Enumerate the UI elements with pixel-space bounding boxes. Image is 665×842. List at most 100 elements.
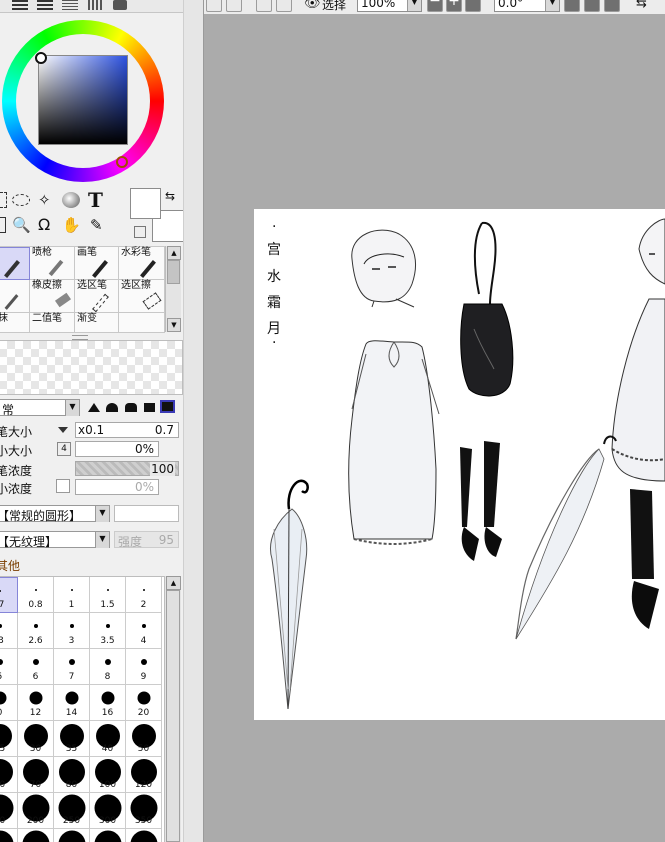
- size-dropdown-icon[interactable]: [58, 427, 68, 433]
- scratchpad-icon[interactable]: [113, 0, 127, 10]
- brush-size-cell[interactable]: 9: [126, 649, 162, 685]
- rotate-left-button[interactable]: [564, 0, 580, 12]
- rotation-select[interactable]: 0.0° ▼: [494, 0, 560, 12]
- tool-grid-scrollbar[interactable]: ▲ ▼: [165, 246, 181, 332]
- brush-size-cell[interactable]: 60: [0, 793, 18, 829]
- brush-size-cell[interactable]: 25: [0, 721, 18, 757]
- brush-size-cell[interactable]: 60: [0, 757, 18, 793]
- rotate-icon[interactable]: Ω: [38, 217, 54, 233]
- drawing-canvas[interactable]: · 宫 水 霜 月 ·: [254, 209, 665, 720]
- brush-size-cell[interactable]: 50: [126, 721, 162, 757]
- brush-shape-select[interactable]: 【常规的圆形】 ▼: [0, 505, 110, 523]
- brush-size-cell[interactable]: 200: [18, 793, 54, 829]
- brush-size-cell[interactable]: .7: [0, 577, 18, 613]
- brush-size-cell[interactable]: 35: [54, 721, 90, 757]
- texture-strength-field[interactable]: 强度 95: [114, 531, 179, 549]
- min-density-field[interactable]: 0%: [75, 479, 159, 495]
- zoom-in-button[interactable]: +: [446, 0, 462, 12]
- flip-horizontal-icon[interactable]: ⇆: [636, 0, 647, 11]
- redo-button[interactable]: [226, 0, 242, 12]
- saturation-value-square[interactable]: [38, 55, 128, 145]
- brush-size-cell[interactable]: 70: [18, 757, 54, 793]
- brush-size-cell[interactable]: 250: [54, 793, 90, 829]
- brush-size-field[interactable]: x0.1 0.7: [75, 422, 179, 438]
- rotate-reset-button[interactable]: [604, 0, 620, 12]
- eye-icon[interactable]: 👁: [304, 0, 321, 11]
- brush-size-cell[interactable]: [90, 829, 126, 842]
- invert-selection-button[interactable]: [276, 0, 292, 12]
- brush-size-cell[interactable]: 16: [90, 685, 126, 721]
- brush-size-cell[interactable]: 3.5: [90, 613, 126, 649]
- scroll-up-icon[interactable]: ▲: [167, 246, 181, 260]
- swap-colors-icon[interactable]: ⇆: [165, 189, 175, 203]
- brush-size-cell[interactable]: 4: [126, 613, 162, 649]
- hand-move-icon[interactable]: [0, 217, 6, 233]
- pressure-density-checkbox[interactable]: [56, 479, 70, 493]
- shape-triangle-icon[interactable]: [88, 403, 100, 412]
- fill-bucket-icon[interactable]: [62, 192, 80, 208]
- other-settings-label[interactable]: 其他: [0, 557, 20, 574]
- scroll-down-icon[interactable]: ▼: [167, 318, 181, 332]
- color-sliders-icon[interactable]: [37, 0, 53, 10]
- zoom-icon[interactable]: 🔍: [12, 217, 31, 233]
- tool-gradient[interactable]: 渐变: [75, 313, 119, 333]
- undo-button[interactable]: [206, 0, 222, 12]
- blend-mode-select[interactable]: 常 ▼: [0, 399, 80, 417]
- brush-size-cell[interactable]: .3: [0, 613, 18, 649]
- zoom-out-button[interactable]: −: [427, 0, 443, 12]
- brush-size-cell[interactable]: 100: [90, 757, 126, 793]
- brush-size-cell[interactable]: 0: [0, 685, 18, 721]
- texture-select[interactable]: 【无纹理】 ▼: [0, 531, 110, 549]
- brush-size-cell[interactable]: 8: [90, 649, 126, 685]
- tool-smudge[interactable]: 涂抹: [0, 313, 30, 333]
- magic-wand-icon[interactable]: ✧: [38, 192, 54, 208]
- brush-size-cell[interactable]: 0.8: [18, 577, 54, 613]
- sv-picker-handle[interactable]: [35, 52, 47, 64]
- foreground-color-swatch[interactable]: [130, 188, 161, 219]
- scroll-up-icon[interactable]: ▲: [166, 576, 181, 590]
- panel-divider[interactable]: [183, 0, 204, 842]
- brush-density-slider[interactable]: 100: [75, 461, 179, 476]
- brush-size-cell[interactable]: 2: [126, 577, 162, 613]
- size-grid-scroll-thumb[interactable]: [166, 590, 180, 842]
- brush-size-cell[interactable]: [126, 829, 162, 842]
- brush-size-cell[interactable]: 2.6: [18, 613, 54, 649]
- brush-size-cell[interactable]: 120: [126, 757, 162, 793]
- brush-size-cell[interactable]: [54, 829, 90, 842]
- rotate-right-button[interactable]: [584, 0, 600, 12]
- lasso-icon[interactable]: [12, 194, 30, 206]
- color-list-icon[interactable]: [62, 0, 78, 10]
- brush-size-cell[interactable]: 30: [18, 721, 54, 757]
- shape-bell-icon[interactable]: [106, 403, 118, 412]
- tool-grid-scroll-thumb[interactable]: [167, 260, 180, 284]
- zoom-select[interactable]: 100% ▼: [357, 0, 422, 12]
- brush-shape-strength-field[interactable]: [114, 505, 179, 522]
- zoom-reset-button[interactable]: [465, 0, 481, 12]
- brush-size-cell[interactable]: [0, 829, 18, 842]
- color-bars-icon[interactable]: [12, 0, 28, 10]
- brush-size-cell[interactable]: 300: [90, 793, 126, 829]
- brush-size-cell[interactable]: 1.5: [90, 577, 126, 613]
- brush-size-cell[interactable]: 3: [54, 613, 90, 649]
- pressure-size-icon[interactable]: 4: [57, 442, 71, 456]
- select-rect-icon[interactable]: [0, 192, 7, 208]
- brush-size-cell[interactable]: [18, 829, 54, 842]
- brush-size-cell[interactable]: 1: [54, 577, 90, 613]
- brush-size-cell[interactable]: 350: [126, 793, 162, 829]
- brush-size-cell[interactable]: 6: [18, 649, 54, 685]
- shape-dome-icon[interactable]: [125, 403, 137, 412]
- size-grid-scrollbar[interactable]: ▲: [164, 576, 181, 842]
- brush-size-cell[interactable]: 5: [0, 649, 18, 685]
- hue-picker-handle[interactable]: [116, 156, 128, 168]
- deselect-button[interactable]: [256, 0, 272, 12]
- transparent-color-icon[interactable]: [134, 226, 146, 238]
- text-tool-icon[interactable]: T: [88, 190, 106, 210]
- brush-size-cell[interactable]: 12: [18, 685, 54, 721]
- brush-size-cell[interactable]: 40: [90, 721, 126, 757]
- tool-binary-pen[interactable]: 二值笔: [30, 313, 75, 333]
- brush-size-cell[interactable]: 20: [126, 685, 162, 721]
- swatch-grid-icon[interactable]: [88, 0, 104, 10]
- brush-size-cell[interactable]: 7: [54, 649, 90, 685]
- shape-selected-icon[interactable]: [160, 400, 175, 413]
- brush-size-cell[interactable]: 14: [54, 685, 90, 721]
